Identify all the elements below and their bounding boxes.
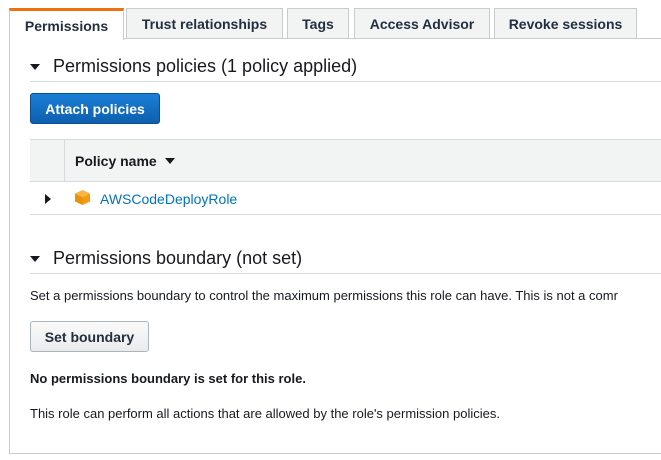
section-divider — [30, 81, 661, 82]
boundary-section-title: Permissions boundary (not set) — [53, 248, 303, 268]
section-divider — [30, 273, 661, 274]
boundary-info: This role can perform all actions that a… — [30, 406, 500, 421]
table-row: AWSCodeDeployRole — [30, 182, 661, 215]
permissions-panel: Permissions policies (1 policy applied) … — [9, 38, 661, 454]
tab-permissions[interactable]: Permissions — [9, 8, 124, 40]
cube-icon — [75, 190, 90, 205]
policies-table: Policy name AWSCodeDeployRole — [30, 139, 661, 215]
policy-name-column-header[interactable]: Policy name — [75, 140, 175, 181]
boundary-section-toggle[interactable]: Permissions boundary (not set) — [30, 248, 302, 269]
policies-section-toggle[interactable]: Permissions policies (1 policy applied) — [30, 56, 357, 77]
caret-down-icon — [30, 255, 40, 262]
attach-policies-button[interactable]: Attach policies — [30, 93, 160, 124]
tab-trust-relationships[interactable]: Trust relationships — [126, 8, 283, 39]
expand-row-icon[interactable] — [45, 194, 51, 204]
policies-section-title: Permissions policies (1 policy applied) — [53, 56, 358, 76]
caret-down-icon — [30, 63, 40, 70]
column-header-label: Policy name — [75, 152, 157, 169]
tab-access-advisor[interactable]: Access Advisor — [354, 8, 490, 39]
boundary-description: Set a permissions boundary to control th… — [30, 288, 618, 303]
tab-tags[interactable]: Tags — [287, 8, 349, 39]
select-column-header — [30, 140, 65, 181]
set-boundary-button[interactable]: Set boundary — [30, 321, 149, 352]
table-header: Policy name — [30, 139, 661, 182]
tab-revoke-sessions[interactable]: Revoke sessions — [494, 8, 637, 39]
boundary-status: No permissions boundary is set for this … — [30, 371, 306, 386]
policy-link[interactable]: AWSCodeDeployRole — [100, 191, 237, 207]
sort-down-icon — [164, 157, 175, 164]
